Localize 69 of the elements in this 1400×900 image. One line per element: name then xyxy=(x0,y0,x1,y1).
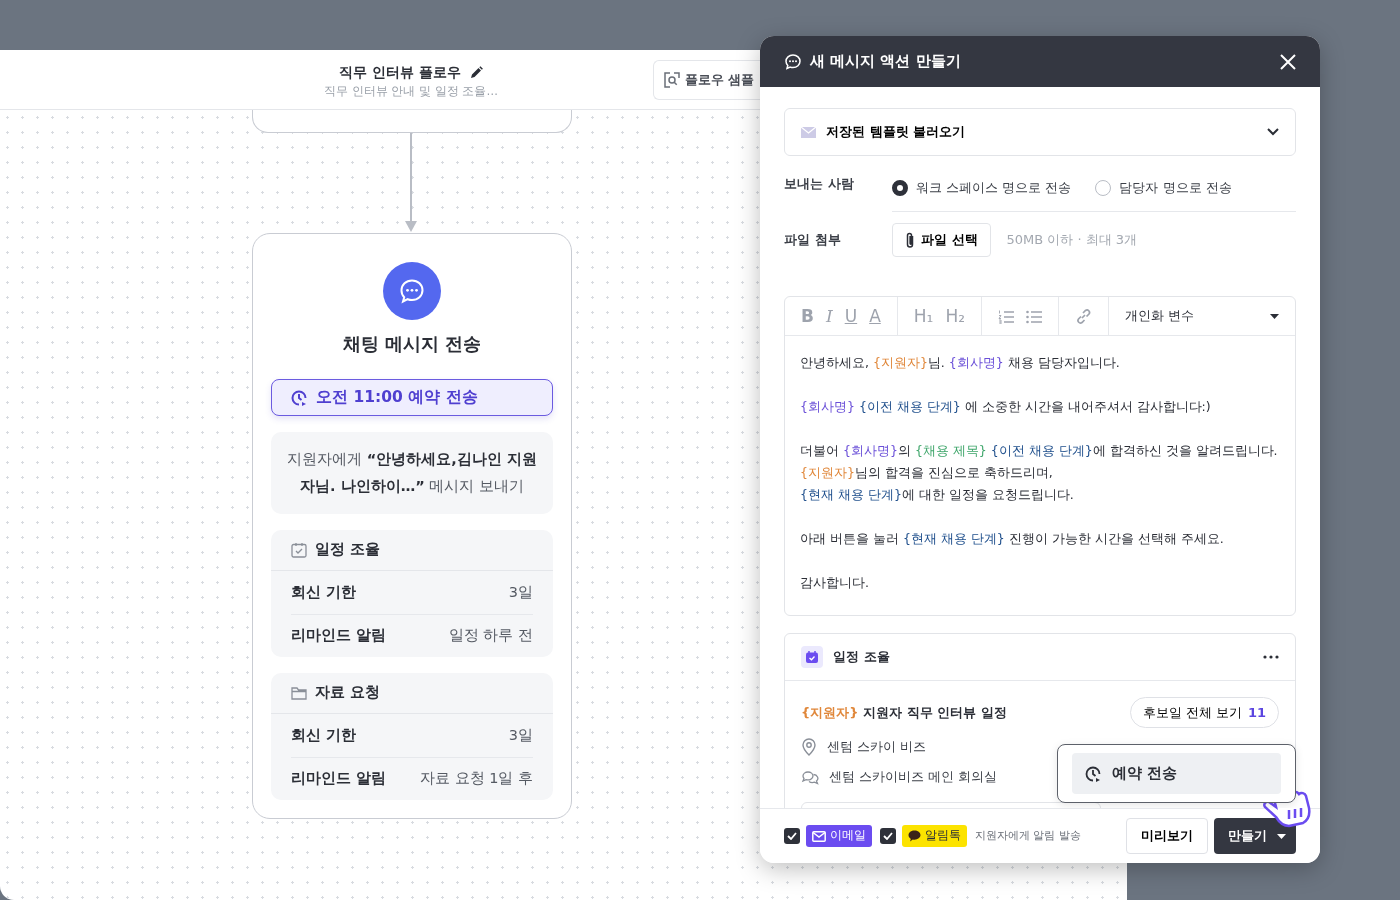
caret-icon xyxy=(1277,833,1286,839)
row-label: 리마인드 알림 xyxy=(291,626,387,646)
scheduled-send-badge[interactable]: 오전 11:00 예약 전송 xyxy=(271,379,553,416)
room-text: 센텀 스카이비즈 메인 회의실 xyxy=(829,768,998,787)
radio-option[interactable]: 담당자 명으로 전송 xyxy=(1095,177,1232,198)
flow-node[interactable] xyxy=(252,110,572,133)
caret-icon xyxy=(1270,313,1279,319)
variable-select[interactable]: 개인화 변수 xyxy=(1109,297,1295,335)
message-line: 더불어 {회사명}의 {채용 제목} {이전 채용 단계}에 합격하신 것을 알려드립니다. xyxy=(800,442,1279,460)
card-title: 일정 조율 xyxy=(833,648,890,667)
clock-icon xyxy=(1084,764,1102,783)
flow-sample-button[interactable]: 플로우 샘플 xyxy=(653,60,760,100)
location-text: 센텀 스카이 비즈 xyxy=(827,738,927,757)
pencil-icon[interactable] xyxy=(468,65,483,80)
message-line: {현재 채용 단계}에 대한 일정을 요청드립니다. xyxy=(800,486,1075,504)
flow-node[interactable]: 채팅 메시지 전송 오전 11:00 예약 전송 지원자에게 “안녕하세요,김나인 지원자님. 나인하이…” 메시지 보내기 일정 조율 회신 기한 3일 리마인드 알림 일정 하루 전 자료 요청 회신 기한 3일 리마인드 알림 자료 요청 1일 후 xyxy=(252,233,572,819)
row-value: 3일 xyxy=(508,725,533,745)
view-all-button[interactable]: 후보일 전체 보기 11 xyxy=(1129,697,1279,728)
dialog-title: 새 메시지 액션 만들기 xyxy=(810,51,961,73)
message-line: {회사명} {이전 채용 단계} 에 소중한 시간을 내어주셔서 감사합니다:) xyxy=(800,398,1212,416)
row-value: 자료 요청 1일 후 xyxy=(419,769,533,789)
notify-note: 지원자에게 알림 발송 xyxy=(975,827,1081,844)
radio-option[interactable]: 워크 스페이스 명으로 전송 xyxy=(892,177,1072,198)
preview-button[interactable]: 미리보기 xyxy=(1126,818,1208,854)
row-value: 3일 xyxy=(508,582,533,602)
channel-tag: 알림톡 xyxy=(902,825,967,847)
checkmark-icon xyxy=(883,832,893,840)
calendar-icon xyxy=(801,646,823,668)
row-label: 회신 기한 xyxy=(291,725,357,745)
message-preview: 지원자에게 “안녕하세요,김나인 지원자님. 나인하이…” 메시지 보내기 xyxy=(287,451,537,494)
message-line: 안녕하세요, {지원자}님. {회사명} 채용 담당자입니다. xyxy=(800,354,1121,372)
field-label: 파일 첨부 xyxy=(784,231,842,250)
envelope-icon xyxy=(812,830,826,842)
checkmark-icon xyxy=(787,832,797,840)
more-icon[interactable] xyxy=(1263,655,1279,659)
chevron-down-icon xyxy=(1267,128,1279,136)
flow-subtitle: 직무 인터뷰 안내 및 일정 조율… xyxy=(324,83,498,100)
message-editor[interactable] xyxy=(784,296,1296,616)
file-select-button[interactable]: 파일 선택 xyxy=(892,223,991,257)
section-title: 자료 요청 xyxy=(315,683,381,703)
field-label: 보내는 사람 xyxy=(784,175,855,194)
chat-icon xyxy=(784,52,802,71)
row-label: 리마인드 알림 xyxy=(291,769,387,789)
event-title: {지원자} 지원자 직무 인터뷰 일정 xyxy=(801,703,1007,722)
message-line: {지원자}님의 합격을 진심으로 축하드리며, xyxy=(800,464,1054,482)
template-select[interactable]: 저장된 템플릿 불러오기 xyxy=(784,108,1296,156)
paperclip-icon xyxy=(905,231,915,249)
checkbox[interactable] xyxy=(784,828,800,844)
section-title: 일정 조율 xyxy=(315,540,381,560)
calendar-check-icon xyxy=(291,542,307,558)
row-value: 일정 하루 전 xyxy=(448,626,533,646)
message-line: 감사합니다. xyxy=(800,574,870,592)
clock-icon xyxy=(290,388,308,407)
location-pin-icon xyxy=(801,738,817,756)
scheduled-send-menu-item[interactable]: 예약 전송 xyxy=(1072,753,1281,794)
flow-title: 직무 인터뷰 플로우 xyxy=(339,63,461,82)
envelope-icon xyxy=(801,126,816,138)
file-limit-hint: 50MB 이하 · 최대 3개 xyxy=(1006,231,1138,250)
checkbox[interactable] xyxy=(880,828,896,844)
chat-icon xyxy=(383,262,441,320)
folder-icon xyxy=(291,686,307,700)
message-line: 아래 버튼을 눌러 {현재 채용 단계} 진행이 가능한 시간을 선택해 주세요. xyxy=(800,530,1225,548)
search-icon xyxy=(664,72,680,88)
speech-bubble-icon xyxy=(908,830,921,842)
node-title: 채팅 메시지 전송 xyxy=(341,332,483,356)
close-icon[interactable] xyxy=(1280,53,1296,70)
channel-tag: 이메일 xyxy=(806,825,872,847)
row-label: 회신 기한 xyxy=(291,582,357,602)
chat-bubbles-icon xyxy=(801,769,819,785)
